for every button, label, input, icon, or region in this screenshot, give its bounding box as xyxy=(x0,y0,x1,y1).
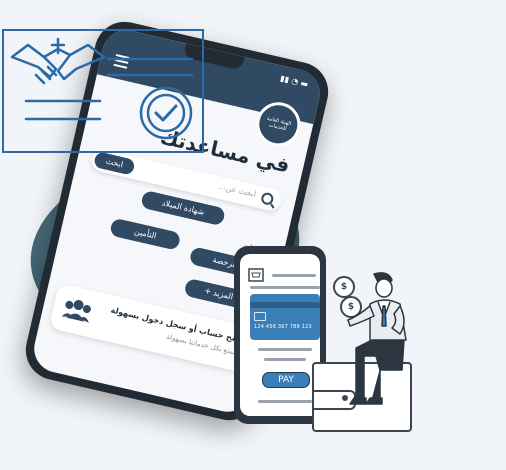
card-number: 124 456 367 789 123 xyxy=(254,324,312,330)
payment-screen: 124 456 367 789 123 PAY xyxy=(240,254,320,416)
divider-line xyxy=(264,358,306,361)
check-seal-icon xyxy=(139,86,193,140)
logo-text: الهيئة العامة للخدمات xyxy=(266,115,292,133)
credit-card: 124 456 367 789 123 xyxy=(250,294,320,340)
people-icon xyxy=(61,300,91,323)
chip-insurance[interactable]: التأمين xyxy=(109,217,182,251)
search-button[interactable]: ابحث xyxy=(93,151,136,176)
divider-line xyxy=(272,274,316,277)
cart-icon xyxy=(248,268,264,282)
chip-icon xyxy=(254,312,266,321)
search-icon xyxy=(260,191,275,206)
divider-line xyxy=(258,348,312,351)
pay-button[interactable]: PAY xyxy=(262,372,310,388)
person-illustration xyxy=(347,272,407,405)
contract-document-outline xyxy=(2,29,204,153)
divider-line xyxy=(250,286,320,289)
search-input[interactable]: ابحث عن... xyxy=(217,182,257,199)
divider-line xyxy=(258,400,312,403)
card-stripe xyxy=(250,302,320,308)
status-bar: ▮▮ ◔ ▬ xyxy=(279,73,310,89)
